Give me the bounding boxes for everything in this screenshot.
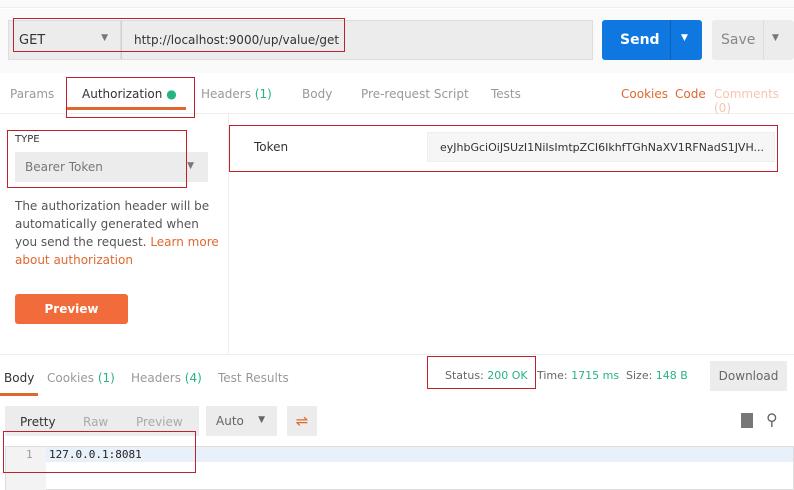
format-value: Auto [216,414,244,428]
chevron-down-icon: ▼ [187,161,194,171]
tab-label: Cookies [47,371,94,385]
tab-label: Headers [131,371,181,385]
download-button[interactable]: Download [710,361,787,391]
code-link[interactable]: Code [675,87,706,101]
highlight-box [7,130,187,188]
tab-tests[interactable]: Tests [491,87,521,101]
preview-request-button[interactable]: Preview Request [15,294,128,346]
title-bar [0,0,794,8]
tab-response-headers[interactable]: Headers (4) [131,371,202,385]
count: (4) [184,371,202,385]
tab-response-body[interactable]: Body [4,371,34,385]
divider [670,20,671,60]
tab-response-cookies[interactable]: Cookies (1) [47,371,115,385]
tab-body[interactable]: Body [302,87,332,101]
search-icon[interactable]: ⚲ [766,410,778,429]
count: (1) [254,87,272,101]
tab-prerequest-script[interactable]: Pre-request Script [361,87,469,101]
chevron-down-icon[interactable]: ▼ [772,33,779,43]
highlight-box [13,18,345,52]
highlight-box [3,431,196,473]
tab-test-results[interactable]: Test Results [218,371,289,385]
time-value: 1715 ms [571,369,620,382]
tab-label: Headers [201,87,251,101]
highlight-box [427,356,536,389]
pretty-button[interactable]: Pretty [20,415,56,429]
divider [763,20,764,60]
chevron-down-icon[interactable]: ▼ [681,33,688,43]
tab-params[interactable]: Params [10,87,54,101]
send-button[interactable]: Send ▼ [602,20,702,60]
label: Size: [626,369,653,382]
save-button[interactable]: Save ▼ [712,20,794,60]
label: Time: [537,369,568,382]
save-label: Save [721,32,756,48]
raw-button[interactable]: Raw [83,415,108,429]
size-value: 148 B [655,369,688,382]
size-readout: Size: 148 B [626,369,688,382]
cookies-link[interactable]: Cookies [621,87,668,101]
format-select[interactable]: Auto ▼ [206,406,277,436]
auth-description: The authorization header will be automat… [15,197,220,269]
count: (1) [97,371,115,385]
wrap-lines-icon[interactable]: ⇌ [287,406,317,436]
chevron-down-icon: ▼ [258,415,265,425]
preview-button[interactable]: Preview [136,415,183,429]
comments-link[interactable]: Comments (0) [714,87,794,115]
time-readout: Time: 1715 ms [537,369,619,382]
highlight-box [66,77,195,118]
tab-headers[interactable]: Headers (1) [201,87,272,101]
active-tab-underline [0,393,38,396]
copy-icon[interactable] [741,413,753,428]
highlight-box [229,125,778,172]
send-label: Send [620,32,660,48]
